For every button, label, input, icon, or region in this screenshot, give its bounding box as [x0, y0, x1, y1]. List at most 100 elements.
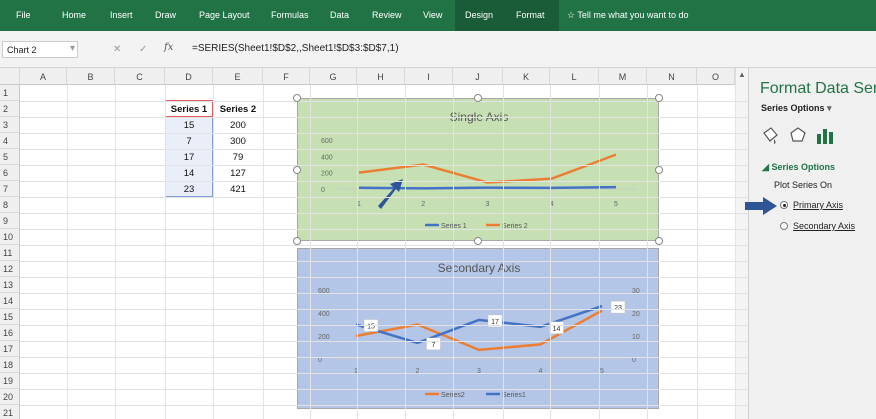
insert-function-icon[interactable]: fx: [164, 42, 173, 53]
table-header-cell[interactable]: Series 2: [213, 104, 263, 115]
column-header-n[interactable]: N: [647, 68, 697, 85]
formula-input[interactable]: =SERIES(Sheet1!$D$2,,Sheet1!$D$3:$D$7,1): [192, 43, 399, 54]
column-header-d[interactable]: D: [165, 68, 213, 85]
series-line-series2[interactable]: [355, 309, 603, 352]
column-header-m[interactable]: M: [599, 68, 647, 85]
primary-axis-radio[interactable]: [780, 201, 788, 209]
y2-tick-label: 0: [632, 357, 636, 364]
tab-insert[interactable]: Insert: [110, 10, 133, 20]
resize-handle[interactable]: [293, 166, 301, 174]
row-header-13[interactable]: 13: [0, 277, 20, 293]
lightbulb-icon: ☆: [567, 10, 578, 20]
row-header-2[interactable]: 2: [0, 101, 20, 117]
column-header-l[interactable]: L: [550, 68, 599, 85]
sheet-scrollbar[interactable]: [735, 68, 748, 419]
column-header-f[interactable]: F: [263, 68, 310, 85]
y-tick-label: 200: [321, 171, 333, 178]
tab-file[interactable]: File: [16, 10, 31, 20]
effects-icon[interactable]: [790, 127, 806, 142]
row-header-6[interactable]: 6: [0, 165, 20, 181]
fill-line-icon[interactable]: [763, 127, 778, 144]
row-header-9[interactable]: 9: [0, 213, 20, 229]
table-cell[interactable]: 14: [165, 168, 213, 179]
tab-draw[interactable]: Draw: [155, 10, 176, 20]
series-options-dropdown[interactable]: Series Options ▾: [761, 103, 832, 114]
tab-home[interactable]: Home: [62, 10, 86, 20]
enter-icon[interactable]: ✓: [139, 44, 147, 55]
secondary-axis-radio[interactable]: [780, 222, 788, 230]
resize-handle[interactable]: [293, 237, 301, 245]
row-header-18[interactable]: 18: [0, 357, 20, 373]
resize-handle[interactable]: [293, 94, 301, 102]
resize-handle[interactable]: [655, 237, 663, 245]
select-all-corner[interactable]: [0, 68, 20, 85]
row-header-4[interactable]: 4: [0, 133, 20, 149]
row-header-8[interactable]: 8: [0, 197, 20, 213]
y-tick-label: 200: [318, 334, 330, 341]
row-header-14[interactable]: 14: [0, 293, 20, 309]
tell-me-search[interactable]: ☆ Tell me what you want to do: [567, 10, 688, 21]
table-cell[interactable]: 7: [165, 136, 213, 147]
column-header-i[interactable]: I: [405, 68, 453, 85]
row-header-21[interactable]: 21: [0, 405, 20, 419]
legend-label[interactable]: Series1: [502, 392, 526, 399]
column-header-k[interactable]: K: [503, 68, 550, 85]
column-header-c[interactable]: C: [115, 68, 165, 85]
row-header-5[interactable]: 5: [0, 149, 20, 165]
row-header-1[interactable]: 1: [0, 85, 20, 101]
column-header-j[interactable]: J: [453, 68, 503, 85]
chart-single-axis[interactable]: Single Axis 600 400 200 0 1 2 3 4 5 Series 1 Series…: [297, 98, 659, 241]
format-data-series-pane: [748, 68, 876, 419]
chevron-down-icon: ▾: [827, 103, 832, 113]
resize-handle[interactable]: [474, 237, 482, 245]
table-cell[interactable]: 79: [213, 152, 263, 163]
column-header-a[interactable]: A: [20, 68, 67, 85]
row-header-10[interactable]: 10: [0, 229, 20, 245]
tab-page-layout[interactable]: Page Layout: [199, 10, 250, 20]
scroll-up-icon[interactable]: ▲: [738, 70, 746, 79]
table-header-cell[interactable]: Series 1: [165, 104, 213, 115]
row-header-15[interactable]: 15: [0, 309, 20, 325]
row-header-11[interactable]: 11: [0, 245, 20, 261]
resize-handle[interactable]: [655, 166, 663, 174]
row-header-12[interactable]: 12: [0, 261, 20, 277]
chart-secondary-axis[interactable]: Secondary Axis 600 400 200 0 30 20 10 0 1 2 3 4 5 15 7 1…: [297, 248, 659, 409]
gridline-horizontal: [20, 101, 748, 102]
primary-axis-label[interactable]: Primary Axis: [793, 200, 843, 210]
resize-handle[interactable]: [655, 94, 663, 102]
cancel-icon[interactable]: ✕: [113, 44, 121, 55]
table-cell[interactable]: 23: [165, 184, 213, 195]
table-cell[interactable]: 200: [213, 120, 263, 131]
series-options-icon[interactable]: [817, 129, 833, 144]
row-header-19[interactable]: 19: [0, 373, 20, 389]
name-box[interactable]: Chart 2: [2, 41, 78, 58]
row-header-16[interactable]: 16: [0, 325, 20, 341]
tab-data[interactable]: Data: [330, 10, 349, 20]
resize-handle[interactable]: [474, 94, 482, 102]
column-header-b[interactable]: B: [67, 68, 115, 85]
tab-format[interactable]: Format: [516, 10, 545, 20]
secondary-axis-label[interactable]: Secondary Axis: [793, 221, 855, 231]
column-header-h[interactable]: H: [357, 68, 405, 85]
table-cell[interactable]: 421: [213, 184, 263, 195]
table-cell[interactable]: 17: [165, 152, 213, 163]
y-tick-label: 0: [321, 187, 325, 194]
column-header-g[interactable]: G: [310, 68, 357, 85]
collapse-icon: ◢: [762, 162, 769, 172]
tab-view[interactable]: View: [423, 10, 442, 20]
y2-tick-label: 10: [632, 334, 640, 341]
tab-design[interactable]: Design: [465, 10, 493, 20]
tab-review[interactable]: Review: [372, 10, 402, 20]
table-cell[interactable]: 300: [213, 136, 263, 147]
row-header-17[interactable]: 17: [0, 341, 20, 357]
name-box-dropdown-icon[interactable]: ▾: [70, 43, 75, 54]
row-header-20[interactable]: 20: [0, 389, 20, 405]
row-header-3[interactable]: 3: [0, 117, 20, 133]
tab-formulas[interactable]: Formulas: [271, 10, 309, 20]
table-cell[interactable]: 15: [165, 120, 213, 131]
row-header-7[interactable]: 7: [0, 181, 20, 197]
column-header-o[interactable]: O: [697, 68, 735, 85]
table-cell[interactable]: 127: [213, 168, 263, 179]
series-options-section[interactable]: ◢ Series Options: [762, 162, 835, 173]
column-header-e[interactable]: E: [213, 68, 263, 85]
